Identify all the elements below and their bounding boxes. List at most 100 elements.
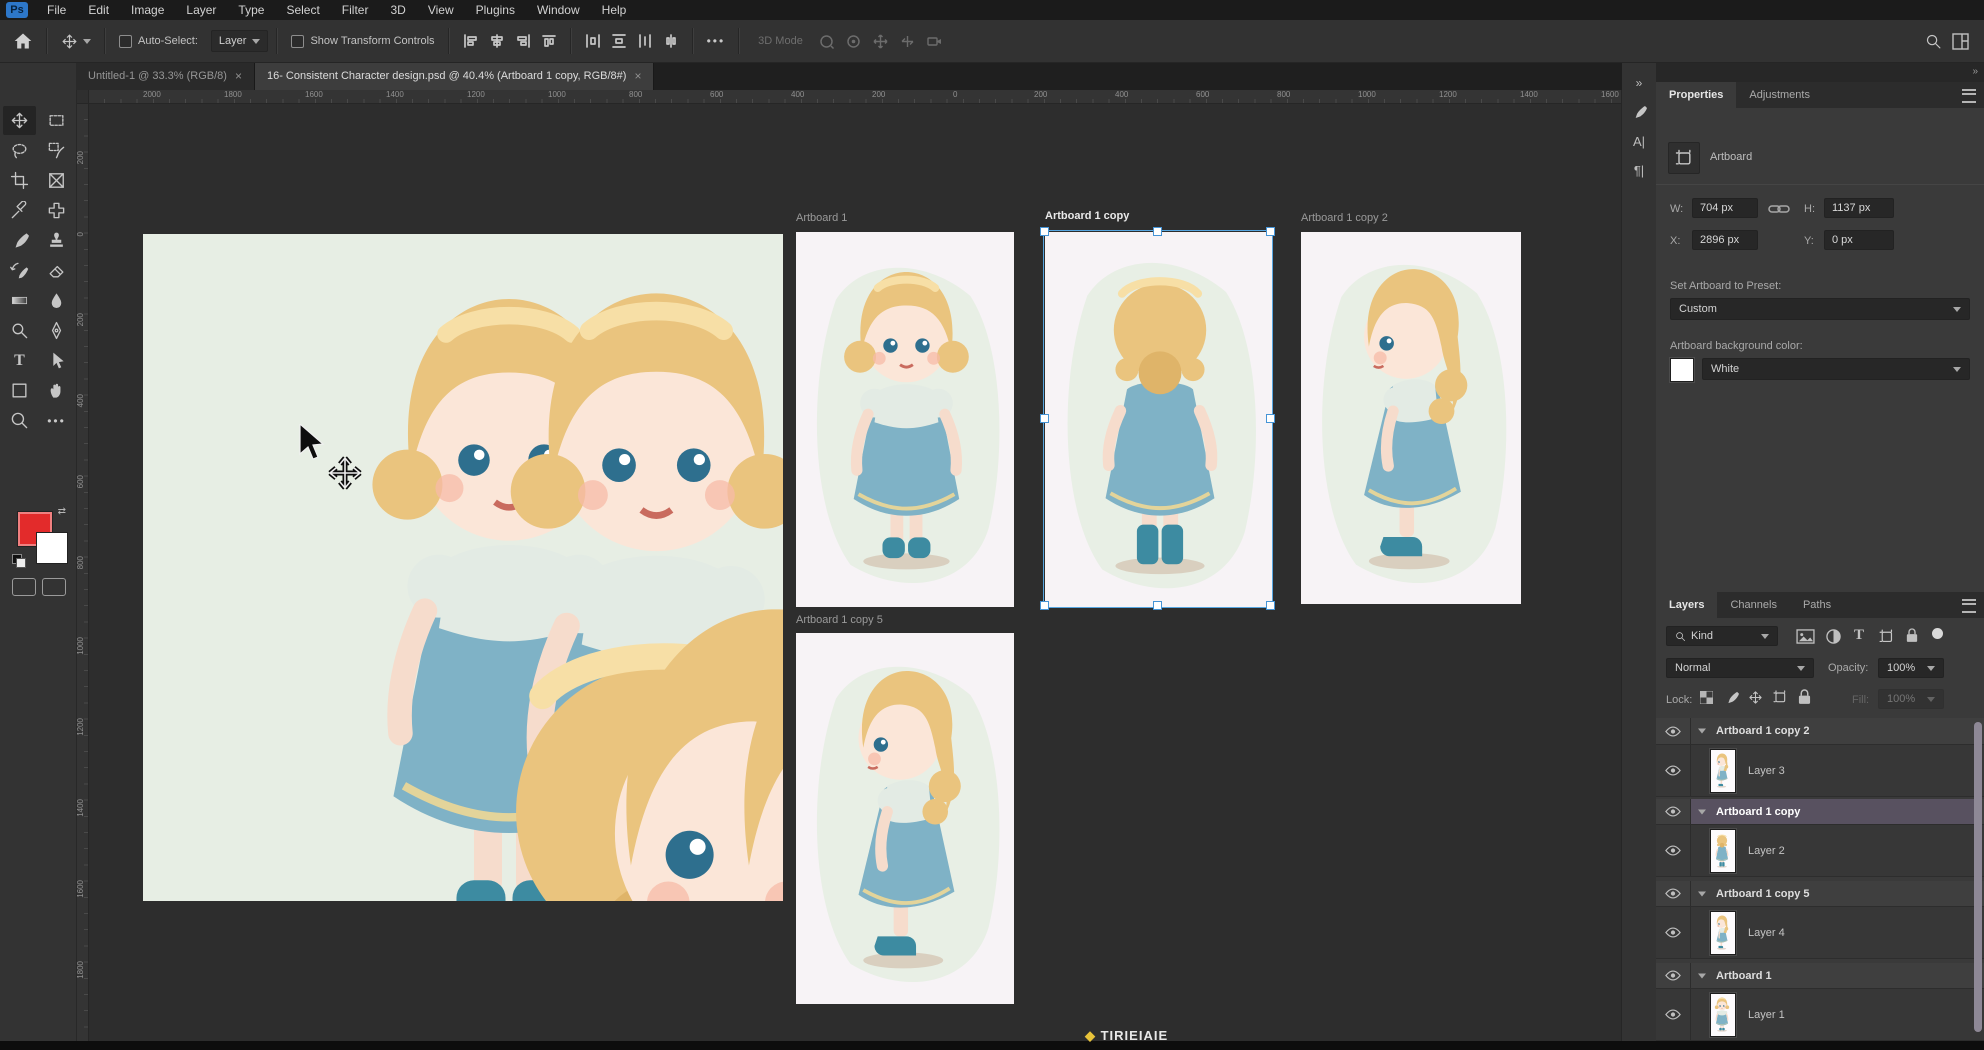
filter-lock-icon[interactable] [1906, 627, 1918, 643]
layers-scrollbar[interactable] [1974, 722, 1982, 1032]
artboard-label-1[interactable]: Artboard 1 [796, 212, 847, 224]
selection-handle[interactable] [1266, 414, 1275, 423]
layer-group-row-selected[interactable]: Artboard 1 copy [1656, 799, 1984, 825]
menu-view[interactable]: View [417, 0, 465, 20]
expand-panels-icon[interactable]: » [1636, 76, 1643, 90]
selection-handle[interactable] [1266, 601, 1275, 610]
auto-select-checkbox[interactable]: Auto-Select: [114, 26, 203, 56]
tool-move[interactable] [3, 106, 36, 135]
menu-select[interactable]: Select [275, 0, 330, 20]
layer-group-row[interactable]: Artboard 1 [1656, 963, 1984, 989]
tab-channels[interactable]: Channels [1717, 592, 1789, 618]
default-colors-icon[interactable] [12, 554, 25, 567]
menu-filter[interactable]: Filter [331, 0, 380, 20]
filter-type-icon[interactable]: T [1854, 627, 1864, 644]
artboard-label-1-copy-2[interactable]: Artboard 1 copy 2 [1301, 212, 1388, 224]
tool-healing-brush[interactable] [40, 196, 73, 225]
align-top-button[interactable] [536, 26, 562, 56]
move-tool-preset-button[interactable] [56, 26, 96, 56]
lock-paint-icon[interactable] [1724, 690, 1739, 705]
layer-thumbnail[interactable] [1710, 911, 1736, 955]
opacity-dropdown[interactable]: 100% [1878, 658, 1944, 678]
menu-window[interactable]: Window [526, 0, 591, 20]
layer-group-row[interactable]: Artboard 1 copy 2 [1656, 718, 1984, 745]
tool-crop[interactable] [3, 166, 36, 195]
lock-artboard-icon[interactable] [1772, 689, 1788, 705]
tool-eraser[interactable] [40, 256, 73, 285]
artboard-1-copy-5[interactable] [796, 633, 1014, 1004]
visibility-toggle[interactable] [1656, 825, 1691, 876]
search-button[interactable] [1920, 26, 1947, 56]
background-color-swatch[interactable] [1670, 358, 1694, 382]
tool-eyedropper[interactable] [3, 196, 36, 225]
menu-plugins[interactable]: Plugins [465, 0, 526, 20]
tool-gradient[interactable] [3, 286, 36, 315]
align-left-button[interactable] [458, 26, 484, 56]
tool-zoom[interactable] [3, 406, 36, 435]
menu-layer[interactable]: Layer [175, 0, 227, 20]
document-tab-character-design[interactable]: 16- Consistent Character design.psd @ 40… [255, 62, 655, 90]
chevron-down-icon[interactable] [1698, 729, 1706, 734]
visibility-toggle[interactable] [1656, 989, 1691, 1040]
paragraph-panel-icon[interactable]: ¶| [1634, 163, 1644, 178]
tool-clone-stamp[interactable] [40, 226, 73, 255]
layer-row[interactable]: Layer 1 [1656, 989, 1984, 1041]
layer-group-row[interactable]: Artboard 1 copy 5 [1656, 881, 1984, 907]
tool-hand[interactable] [40, 376, 73, 405]
3d-camera-button[interactable] [921, 26, 948, 56]
align-center-h-button[interactable] [484, 26, 510, 56]
chevron-down-icon[interactable] [1698, 809, 1706, 814]
show-transform-controls-checkbox[interactable]: Show Transform Controls [286, 26, 439, 56]
visibility-toggle[interactable] [1656, 963, 1691, 988]
tool-blur[interactable] [40, 286, 73, 315]
ruler-horizontal[interactable]: 2000180016001400120010008006004002000200… [88, 90, 1622, 104]
width-input[interactable]: 704 px [1692, 198, 1758, 218]
tool-rectangle[interactable] [3, 376, 36, 405]
tab-paths[interactable]: Paths [1790, 592, 1844, 618]
tab-layers[interactable]: Layers [1656, 592, 1717, 618]
visibility-toggle[interactable] [1656, 799, 1691, 824]
selection-handle[interactable] [1153, 227, 1162, 236]
document-tab-untitled[interactable]: Untitled-1 @ 33.3% (RGB/8) × [76, 62, 255, 90]
artboard-1-copy-2[interactable] [1301, 232, 1521, 604]
quick-mask-button[interactable] [12, 578, 36, 596]
tool-rectangular-marquee[interactable] [40, 106, 73, 135]
workspace-switcher-button[interactable] [1947, 26, 1974, 56]
panel-menu-icon[interactable] [1962, 599, 1976, 613]
background-color-swatch[interactable] [36, 532, 68, 564]
visibility-toggle[interactable] [1656, 745, 1691, 796]
tab-properties[interactable]: Properties [1656, 82, 1736, 108]
layer-thumbnail[interactable] [1710, 749, 1736, 793]
brushes-panel-icon[interactable] [1631, 104, 1647, 120]
background-color-dropdown[interactable]: White [1702, 358, 1970, 380]
tool-brush[interactable] [3, 226, 36, 255]
tool-dodge[interactable] [3, 316, 36, 345]
menu-image[interactable]: Image [120, 0, 175, 20]
x-input[interactable]: 2896 px [1692, 230, 1758, 250]
filter-smart-object-icon[interactable] [1932, 628, 1943, 639]
panel-menu-icon[interactable] [1962, 89, 1976, 103]
tool-path-selection[interactable] [40, 346, 73, 375]
link-dimensions-icon[interactable] [1768, 203, 1790, 215]
3d-slide-button[interactable] [894, 26, 921, 56]
chevron-down-icon[interactable] [1698, 973, 1706, 978]
selection-handle[interactable] [1040, 414, 1049, 423]
filter-adjustment-icon[interactable] [1826, 629, 1841, 644]
tool-lasso[interactable] [3, 136, 36, 165]
height-input[interactable]: 1137 px [1824, 198, 1894, 218]
selection-handle[interactable] [1040, 227, 1049, 236]
tool-type[interactable]: T [3, 346, 36, 375]
auto-select-mode-dropdown[interactable]: Layer [211, 30, 269, 52]
preset-dropdown[interactable]: Custom [1670, 298, 1970, 320]
selection-handle[interactable] [1153, 601, 1162, 610]
more-options-button[interactable]: ••• [702, 26, 731, 56]
3d-pan-button[interactable] [867, 26, 894, 56]
character-panel-icon[interactable]: A| [1633, 134, 1645, 149]
tool-pen[interactable] [40, 316, 73, 345]
tool-history-brush[interactable] [3, 256, 36, 285]
tool-frame[interactable] [40, 166, 73, 195]
distribute-spacing-button[interactable] [658, 26, 684, 56]
visibility-toggle[interactable] [1656, 907, 1691, 958]
menu-type[interactable]: Type [227, 0, 275, 20]
selection-handle[interactable] [1040, 601, 1049, 610]
